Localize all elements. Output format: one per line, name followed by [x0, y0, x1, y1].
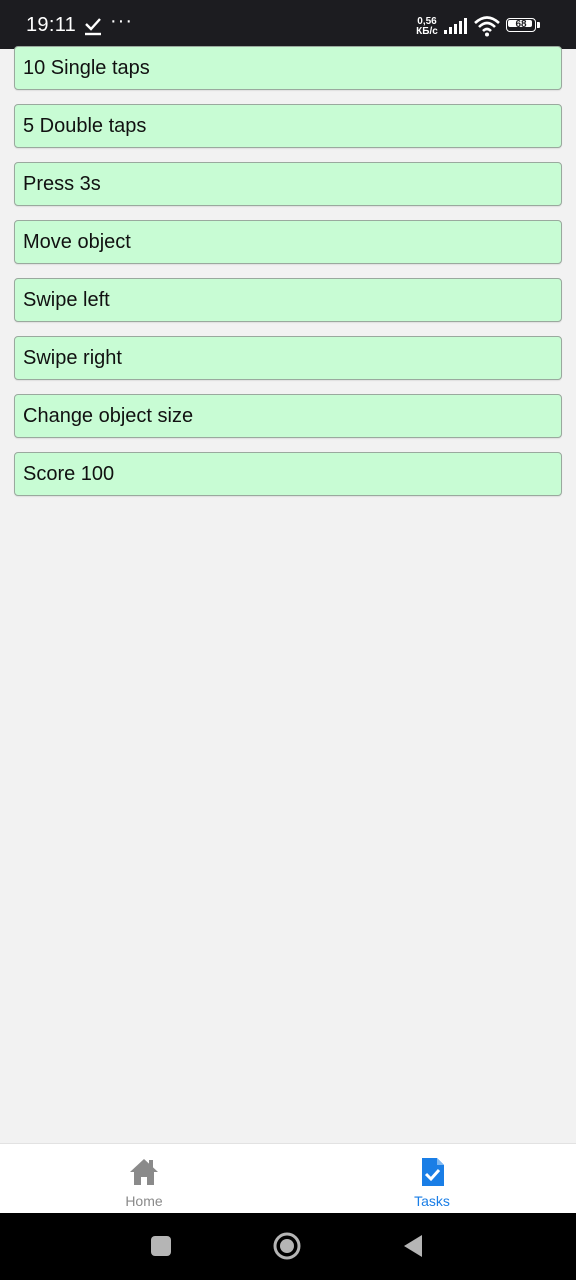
- nav-label-tasks: Tasks: [414, 1193, 450, 1209]
- task-item-score[interactable]: Score 100: [14, 452, 562, 496]
- nav-tab-home[interactable]: Home: [74, 1144, 214, 1214]
- recent-apps-icon[interactable]: [146, 1231, 176, 1261]
- battery-level: 68: [515, 19, 527, 30]
- home-icon: [130, 1159, 158, 1185]
- back-icon[interactable]: [398, 1231, 428, 1261]
- task-item-change-size[interactable]: Change object size: [14, 394, 562, 438]
- bottom-navigation: Home Tasks: [0, 1143, 576, 1213]
- more-notifications-icon: ···: [110, 10, 133, 32]
- task-item-double-taps[interactable]: 5 Double taps: [14, 104, 562, 148]
- network-speed: 0,56 КБ/с: [415, 17, 439, 37]
- task-check-icon: [422, 1158, 444, 1186]
- signal-icon: [444, 18, 467, 34]
- status-bar: 19:11 ··· 0,56 КБ/с 68: [0, 0, 576, 49]
- task-item-swipe-right[interactable]: Swipe right: [14, 336, 562, 380]
- task-item-single-taps[interactable]: 10 Single taps: [14, 46, 562, 90]
- status-time: 19:11: [26, 14, 77, 36]
- nav-tab-tasks[interactable]: Tasks: [362, 1144, 502, 1214]
- system-home-icon[interactable]: [272, 1231, 302, 1261]
- nav-label-home: Home: [125, 1193, 163, 1209]
- download-complete-icon: [85, 18, 101, 36]
- network-speed-unit: КБ/с: [416, 26, 438, 37]
- system-navigation-bar: [0, 1213, 576, 1280]
- battery-icon: 68: [506, 18, 542, 35]
- task-item-move-object[interactable]: Move object: [14, 220, 562, 264]
- wifi-icon: [474, 16, 500, 37]
- task-item-press[interactable]: Press 3s: [14, 162, 562, 206]
- task-item-swipe-left[interactable]: Swipe left: [14, 278, 562, 322]
